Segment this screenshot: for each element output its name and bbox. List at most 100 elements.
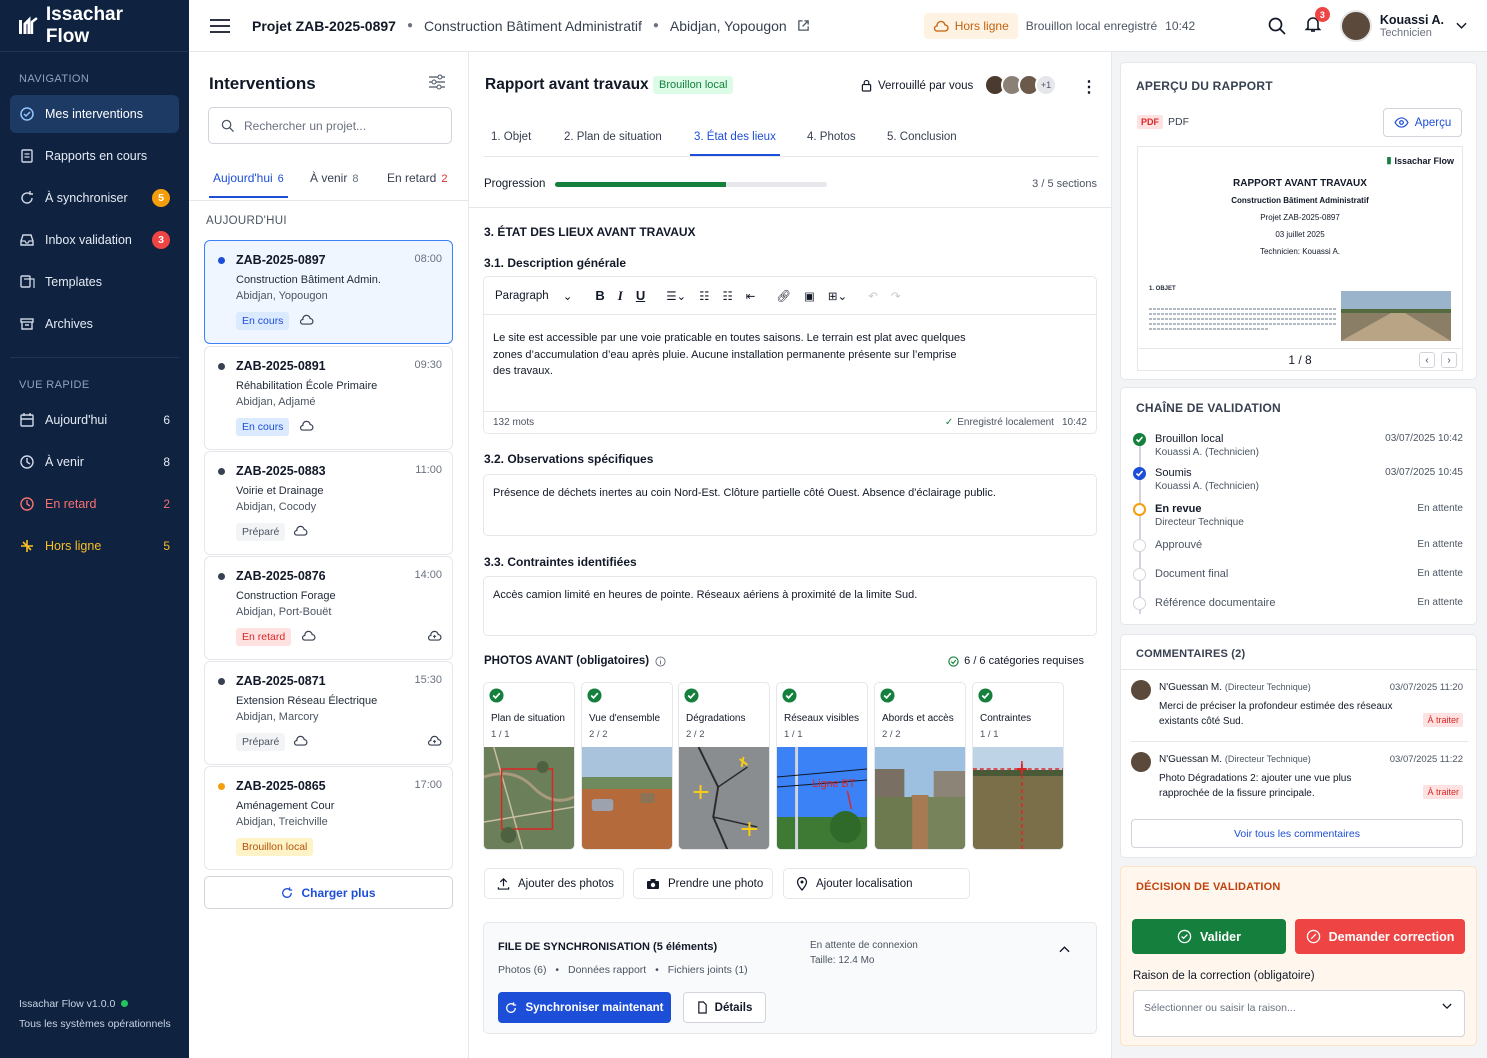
tab-a-venir[interactable]: À venir 8 bbox=[310, 171, 358, 185]
overview-photo[interactable] bbox=[582, 747, 672, 850]
search-input[interactable]: Rechercher un projet... bbox=[208, 107, 452, 144]
reason-select[interactable]: Sélectionner ou saisir la raison... bbox=[1133, 990, 1465, 1037]
status-dot bbox=[218, 468, 225, 475]
external-link-icon[interactable] bbox=[797, 19, 810, 32]
numbered-list-icon[interactable]: ☷ bbox=[722, 289, 732, 303]
italic-icon[interactable]: I bbox=[618, 288, 623, 304]
hamburger-menu-icon[interactable] bbox=[210, 18, 230, 33]
constraints-photo[interactable] bbox=[973, 747, 1063, 850]
nav-item-inbox-validation[interactable]: Inbox validation 3 bbox=[10, 221, 179, 259]
link-icon[interactable]: 🔗︎ bbox=[776, 289, 791, 303]
image-icon[interactable]: ▣ bbox=[804, 289, 815, 303]
chevron-up-icon[interactable] bbox=[1059, 945, 1070, 953]
status-dot bbox=[218, 783, 225, 790]
tab-en-retard[interactable]: En retard 2 bbox=[387, 171, 447, 185]
panel-title: Interventions bbox=[209, 74, 316, 93]
validate-button[interactable]: Valider bbox=[1132, 919, 1286, 954]
add-location-button[interactable]: Ajouter localisation bbox=[783, 868, 970, 899]
intervention-card[interactable]: ZAB-2025-0883 11:00 Voirie et Drainage A… bbox=[204, 451, 453, 555]
photo-category-card[interactable]: Abords et accès 2 / 2 bbox=[874, 682, 966, 850]
comment-tag[interactable]: À traiter bbox=[1423, 785, 1463, 799]
tab-label: En retard bbox=[387, 171, 437, 185]
prev-page-button[interactable]: ‹ bbox=[1419, 352, 1435, 368]
take-photo-button[interactable]: Prendre une photo bbox=[633, 868, 773, 899]
request-correction-button[interactable]: Demander correction bbox=[1295, 919, 1465, 954]
table-icon[interactable]: ⊞⌄ bbox=[828, 289, 847, 303]
next-page-button[interactable]: › bbox=[1441, 352, 1457, 368]
bullet-list-icon[interactable]: ☷ bbox=[699, 289, 709, 303]
preview-button[interactable]: Aperçu bbox=[1383, 108, 1462, 137]
save-status-time: 10:42 bbox=[1165, 18, 1196, 33]
collaborators[interactable]: +1 bbox=[984, 74, 1057, 96]
photo-category-card[interactable]: Plan de situation 1 / 1 bbox=[483, 682, 575, 850]
step-plan[interactable]: 2. Plan de situation bbox=[564, 131, 662, 143]
notifications-button[interactable]: 3 bbox=[1304, 7, 1330, 36]
intervention-card[interactable]: ZAB-2025-0871 15:30 Extension Réseau Éle… bbox=[204, 661, 453, 765]
photo-category-card[interactable]: Contraintes 1 / 1 bbox=[972, 682, 1064, 850]
redo-icon[interactable]: ↷ bbox=[891, 289, 901, 303]
cloud-off-icon bbox=[933, 20, 949, 32]
network-photo[interactable]: Ligne BT bbox=[777, 747, 867, 850]
status-dot bbox=[121, 1000, 129, 1007]
quick-item-count: 2 bbox=[163, 497, 170, 511]
intervention-card[interactable]: ZAB-2025-0876 14:00 Construction Forage … bbox=[204, 556, 453, 660]
nav-item-mes-interventions[interactable]: Mes interventions bbox=[10, 95, 179, 133]
step-conclusion[interactable]: 5. Conclusion bbox=[887, 131, 957, 143]
search-icon[interactable] bbox=[1268, 17, 1286, 35]
see-all-comments-button[interactable]: Voir tous les commentaires bbox=[1131, 819, 1463, 848]
tab-aujourdhui[interactable]: Aujourd'hui 6 bbox=[209, 171, 288, 198]
access-photo[interactable] bbox=[875, 747, 965, 850]
pdf-thumbnail[interactable]: ▮ Issachar Flow RAPPORT AVANT TRAVAUX Con… bbox=[1137, 146, 1463, 371]
filter-icon[interactable] bbox=[428, 74, 446, 90]
load-more-button[interactable]: Charger plus bbox=[204, 876, 453, 909]
underline-icon[interactable]: U bbox=[636, 288, 645, 303]
constraints-textarea[interactable]: Accès camion limité en heures de pointe.… bbox=[483, 576, 1097, 636]
empty-circle-icon bbox=[1133, 568, 1146, 581]
app-brand[interactable]: Issachar Flow bbox=[0, 0, 189, 52]
more-options-icon[interactable]: ⋮ bbox=[1081, 77, 1097, 97]
add-photos-label: Ajouter des photos bbox=[518, 877, 614, 890]
nav-item-rapports-en-cours[interactable]: Rapports en cours bbox=[10, 137, 179, 175]
logo-icon: ▮ bbox=[1386, 155, 1392, 165]
comments-title: COMMENTAIRES (2) bbox=[1136, 648, 1246, 660]
sync-now-button[interactable]: Synchroniser maintenant bbox=[498, 992, 671, 1023]
quick-item-aujourdhui[interactable]: Aujourd'hui 6 bbox=[10, 401, 179, 439]
step-photos[interactable]: 4. Photos bbox=[807, 131, 856, 143]
quick-item-en-retard[interactable]: En retard 2 bbox=[10, 485, 179, 523]
details-button[interactable]: Détails bbox=[683, 992, 766, 1023]
info-icon[interactable] bbox=[655, 655, 666, 667]
interventions-panel: Interventions Rechercher un projet... Au… bbox=[189, 52, 469, 1058]
observations-textarea[interactable]: Présence de déchets inertes au coin Nord… bbox=[483, 474, 1097, 536]
description-text[interactable]: Le site est accessible par une voie prat… bbox=[493, 330, 973, 380]
bold-icon[interactable]: B bbox=[595, 288, 604, 303]
map-photo[interactable] bbox=[484, 747, 574, 850]
step-date: 03/07/2025 10:45 bbox=[1385, 467, 1463, 478]
step-etat-des-lieux[interactable]: 3. État des lieux bbox=[690, 131, 780, 156]
outdent-icon[interactable]: ⇤ bbox=[746, 289, 756, 303]
rich-text-editor[interactable]: Paragraph ⌄ B I U ☰⌄ ☷ ☷ ⇤ 🔗︎ ▣ ⊞⌄ ↶ ↷ Le… bbox=[483, 276, 1097, 434]
align-icon[interactable]: ☰⌄ bbox=[666, 289, 686, 303]
photo-category-card[interactable]: Vue d'ensemble 2 / 2 bbox=[581, 682, 673, 850]
quick-item-a-venir[interactable]: À venir 8 bbox=[10, 443, 179, 481]
intervention-card[interactable]: ZAB-2025-0891 09:30 Réhabilitation École… bbox=[204, 346, 453, 450]
status-dot bbox=[218, 257, 225, 264]
avatar bbox=[1131, 680, 1151, 700]
quick-item-hors-ligne[interactable]: Hors ligne 5 bbox=[10, 527, 179, 565]
nav-item-a-synchroniser[interactable]: À synchroniser 5 bbox=[10, 179, 179, 217]
damage-photo[interactable] bbox=[679, 747, 769, 850]
nav-item-templates[interactable]: Templates bbox=[10, 263, 179, 301]
user-menu[interactable]: Kouassi A. Technicien bbox=[1339, 9, 1467, 42]
photo-category-card[interactable]: Dégradations 2 / 2 bbox=[678, 682, 770, 850]
tab-count: 2 bbox=[441, 173, 448, 185]
nav-item-archives[interactable]: Archives bbox=[10, 305, 179, 343]
status-badge: Préparé bbox=[236, 733, 286, 751]
photo-category-card[interactable]: Réseaux visibles 1 / 1 Ligne BT bbox=[776, 682, 868, 850]
card-id: ZAB-2025-0871 bbox=[236, 674, 326, 688]
step-objet[interactable]: 1. Objet bbox=[491, 131, 531, 143]
intervention-card[interactable]: ZAB-2025-0897 08:00 Construction Bâtimen… bbox=[204, 240, 453, 344]
undo-icon[interactable]: ↶ bbox=[868, 289, 878, 303]
add-photos-button[interactable]: Ajouter des photos bbox=[484, 868, 624, 899]
comment-tag[interactable]: À traiter bbox=[1423, 713, 1463, 727]
paragraph-select[interactable]: Paragraph ⌄ bbox=[495, 289, 572, 303]
intervention-card[interactable]: ZAB-2025-0865 17:00 Aménagement Cour Abi… bbox=[204, 766, 453, 870]
